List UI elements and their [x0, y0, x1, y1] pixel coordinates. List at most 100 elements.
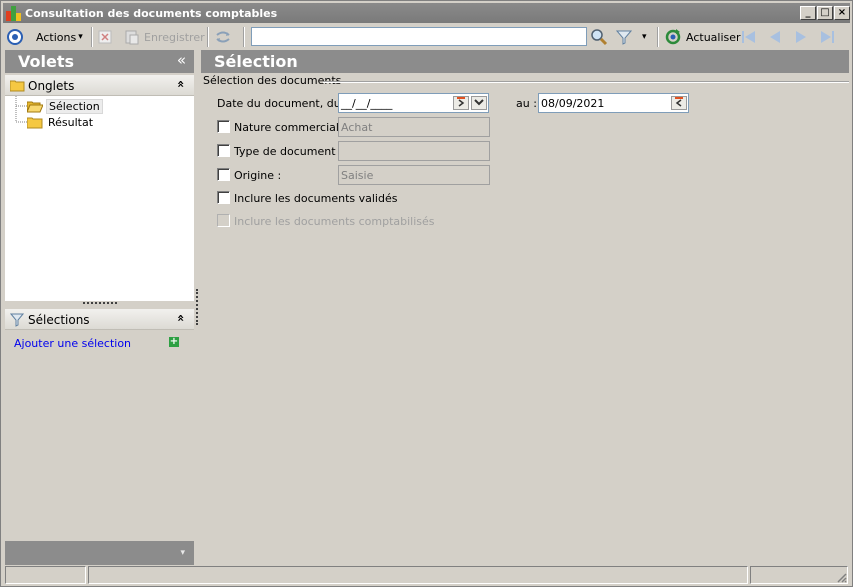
selection-panel-header: Sélection — [201, 50, 849, 73]
nature-value: Achat — [341, 121, 373, 134]
include-validated-label: Inclure les documents validés — [234, 192, 398, 205]
search-icon — [591, 29, 608, 46]
horizontal-splitter-handle[interactable] — [83, 302, 117, 305]
calendar-back-arrow-icon — [675, 97, 683, 107]
include-posted-checkbox[interactable] — [217, 214, 230, 227]
title-bar[interactable]: Consultation des documents comptables _ … — [3, 3, 850, 23]
type-field[interactable] — [338, 141, 490, 161]
chevron-down-icon: ▾ — [78, 32, 83, 42]
app-icon — [6, 6, 21, 21]
date-to-field[interactable]: 08/09/2021 — [538, 93, 689, 113]
tree-item-label: Résultat — [48, 115, 94, 129]
refresh-label: Actualiser — [686, 30, 741, 44]
toolbar-separator — [207, 27, 209, 47]
close-button[interactable]: × — [834, 6, 850, 20]
origin-field[interactable]: Saisie — [338, 165, 490, 185]
folder-icon — [10, 80, 25, 92]
first-record-button[interactable] — [741, 25, 757, 49]
origin-value: Saisie — [341, 169, 374, 182]
filter-icon — [616, 30, 632, 45]
next-record-icon — [796, 31, 806, 43]
sync-icon — [216, 31, 230, 43]
chevron-down-icon — [474, 99, 484, 106]
include-posted-label: Inclure les documents comptabilisés — [234, 215, 435, 228]
onglets-label: Onglets — [28, 79, 75, 93]
next-record-button[interactable] — [794, 25, 808, 49]
date-to-value: 08/09/2021 — [541, 97, 605, 110]
panel-title: Sélection — [214, 52, 298, 71]
tabs-tree: Sélection Résultat — [5, 96, 194, 301]
search-button[interactable] — [590, 25, 608, 49]
folder-open-icon — [27, 101, 43, 112]
actions-label: Actions — [36, 30, 77, 44]
collapse-pane-icon[interactable]: « — [177, 51, 186, 69]
toolbar-separator — [243, 27, 245, 47]
selections-label: Sélections — [28, 313, 90, 327]
type-checkbox[interactable] — [217, 144, 230, 157]
last-record-button[interactable] — [819, 25, 835, 49]
nature-field[interactable]: Achat — [338, 117, 490, 137]
calendar-arrow-icon — [457, 97, 465, 107]
date-dropdown-button[interactable] — [471, 96, 487, 110]
previous-record-icon — [770, 31, 780, 43]
volets-title: Volets — [18, 52, 75, 71]
date-from-value: __/__/____ — [341, 97, 393, 110]
type-label: Type de document : — [234, 145, 343, 158]
nature-label: Nature commerciale : — [234, 121, 353, 134]
group-divider — [323, 81, 849, 83]
target-circle-icon — [7, 29, 23, 45]
status-bar — [3, 566, 850, 585]
delete-icon — [98, 30, 112, 44]
first-record-icon — [742, 31, 755, 43]
save-label: Enregistrer — [144, 30, 205, 44]
sync-button[interactable] — [214, 25, 232, 49]
left-pane-footer: ▾ — [5, 541, 194, 565]
chevron-up-icon[interactable]: « — [174, 314, 188, 322]
origin-label: Origine : — [234, 169, 282, 182]
actions-menu-button[interactable]: Actions ▾ — [36, 25, 83, 49]
include-validated-checkbox[interactable] — [217, 191, 230, 204]
tree-item-selection[interactable]: Sélection — [27, 98, 103, 114]
save-icon — [125, 30, 139, 45]
toolbar-separator — [657, 27, 659, 47]
vertical-splitter-handle[interactable] — [196, 289, 198, 325]
last-record-icon — [821, 31, 834, 43]
toolbar: Actions ▾ Enregistrer ▾ Actualiser — [3, 25, 850, 49]
nature-checkbox[interactable] — [217, 120, 230, 133]
delete-button[interactable] — [98, 25, 112, 49]
chevron-up-icon[interactable]: « — [174, 80, 188, 88]
volets-header: Volets « — [5, 50, 194, 73]
filter-icon — [10, 313, 24, 327]
minimize-button[interactable]: _ — [800, 6, 816, 20]
group-title: Sélection des documents — [203, 74, 342, 87]
date-picker-button[interactable] — [453, 96, 469, 110]
chevron-down-icon: ▾ — [642, 32, 647, 42]
date-to-reset-button[interactable] — [671, 96, 687, 110]
previous-record-button[interactable] — [768, 25, 782, 49]
filter-button[interactable] — [616, 25, 632, 49]
origin-checkbox[interactable] — [217, 168, 230, 181]
main-window: Consultation des documents comptables _ … — [0, 0, 853, 587]
filter-dropdown-button[interactable]: ▾ — [642, 25, 647, 49]
refresh-icon — [665, 29, 681, 45]
toolbar-separator — [91, 27, 93, 47]
navigation-circle-button[interactable] — [7, 25, 23, 49]
add-selection-link[interactable]: Ajouter une sélection — [14, 337, 131, 350]
date-from-label: Date du document, du : — [217, 97, 348, 110]
save-button[interactable]: Enregistrer — [124, 25, 205, 49]
chevron-down-icon[interactable]: ▾ — [180, 548, 185, 558]
status-cell-2 — [88, 566, 748, 584]
selections-section-header[interactable]: Sélections « — [5, 309, 194, 330]
tree-item-resultat[interactable]: Résultat — [27, 114, 95, 130]
tree-item-label: Sélection — [46, 98, 103, 114]
add-icon[interactable]: + — [169, 337, 179, 347]
search-box[interactable] — [251, 27, 587, 46]
resize-grip-icon[interactable] — [835, 571, 847, 583]
onglets-section-header[interactable]: Onglets « — [5, 75, 194, 96]
refresh-button[interactable]: Actualiser — [664, 25, 741, 49]
maximize-button[interactable]: □ — [817, 6, 833, 20]
folder-icon — [27, 117, 43, 128]
search-input[interactable] — [252, 28, 586, 45]
date-to-label: au : — [516, 97, 537, 110]
status-cell-3 — [750, 566, 848, 584]
